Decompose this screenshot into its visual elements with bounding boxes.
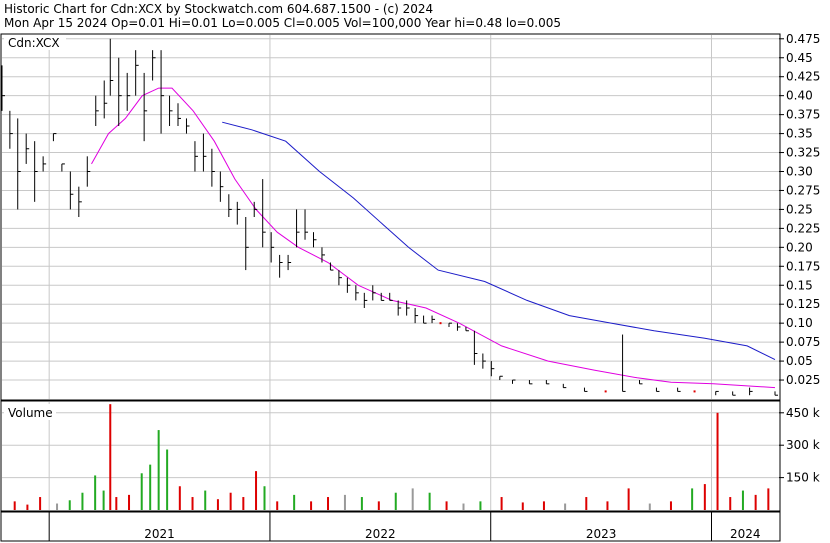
volume-bar xyxy=(39,497,42,510)
price-tick-label: 0.05 xyxy=(786,354,813,368)
volume-bar xyxy=(140,473,143,510)
price-dot xyxy=(604,390,607,393)
year-label: 2021 xyxy=(144,527,175,541)
volume-bar xyxy=(310,501,313,510)
volume-bar xyxy=(263,486,266,510)
stock-chart: Historic Chart for Cdn:XCX by Stockwatch… xyxy=(0,2,820,542)
price-y-axis: 0.475 0.45 0.425 0.40 0.375 0.35 0.325 0.30 0.27… xyxy=(779,32,820,387)
volume-tick-label: 450 k xyxy=(786,406,820,420)
volume-bar xyxy=(669,501,672,510)
volume-bar xyxy=(128,494,131,510)
volume-bar xyxy=(754,494,757,510)
volume-bar xyxy=(377,501,380,510)
chart-header-title: Historic Chart for Cdn:XCX by Stockwatch… xyxy=(4,2,433,16)
volume-bar xyxy=(564,503,567,510)
volume-bar xyxy=(149,464,152,510)
year-label: 2023 xyxy=(586,527,617,541)
volume-bar xyxy=(13,501,16,510)
price-tick-label: 0.30 xyxy=(786,165,813,179)
volume-bar xyxy=(229,492,232,510)
volume-bar xyxy=(109,404,112,510)
volume-bar xyxy=(157,430,160,510)
volume-bar xyxy=(81,492,84,510)
price-tick-label: 0.35 xyxy=(786,127,813,141)
price-tick-label: 0.325 xyxy=(786,146,820,160)
price-tick-label: 0.15 xyxy=(786,278,813,292)
volume-bar xyxy=(204,490,207,510)
volume-panel-label: Volume xyxy=(8,406,53,420)
price-tick-label: 0.025 xyxy=(786,373,820,387)
volume-bar xyxy=(276,501,279,510)
volume-bar xyxy=(411,488,414,510)
volume-bar xyxy=(327,497,330,510)
price-dot xyxy=(439,322,442,325)
volume-bar xyxy=(729,497,732,510)
volume-bar xyxy=(428,492,431,510)
volume-bar xyxy=(445,501,448,510)
volume-bar xyxy=(166,449,169,510)
volume-bar xyxy=(102,490,105,510)
volume-bar xyxy=(216,499,219,510)
volume-bar xyxy=(94,475,97,510)
volume-bar xyxy=(255,471,258,510)
volume-bar xyxy=(703,484,706,510)
volume-tick-label: 150 k xyxy=(786,471,820,485)
volume-bar xyxy=(691,488,694,510)
price-tick-label: 0.125 xyxy=(786,297,820,311)
volume-bar xyxy=(115,497,118,510)
volume-bar xyxy=(542,501,545,510)
price-tick-label: 0.275 xyxy=(786,183,820,197)
price-tick-label: 0.075 xyxy=(786,335,820,349)
volume-bar xyxy=(716,412,719,510)
volume-bar xyxy=(26,504,29,510)
volume-bar xyxy=(606,501,609,510)
price-tick-label: 0.40 xyxy=(786,89,813,103)
price-dot xyxy=(693,390,696,393)
volume-bar xyxy=(394,492,397,510)
price-tick-label: 0.425 xyxy=(786,70,820,84)
volume-bar xyxy=(178,486,181,510)
volume-bar xyxy=(767,488,770,510)
volume-bar xyxy=(741,490,744,510)
volume-bar xyxy=(648,503,651,510)
volume-bar xyxy=(585,497,588,510)
price-tick-label: 0.175 xyxy=(786,259,820,273)
volume-panel-frame xyxy=(0,400,781,512)
volume-y-axis: 450 k 300 k 150 k xyxy=(779,406,820,485)
volume-bar xyxy=(68,500,71,510)
volume-bar xyxy=(343,494,346,510)
year-label: 2022 xyxy=(365,527,396,541)
volume-bar xyxy=(191,497,194,510)
price-tick-label: 0.45 xyxy=(786,51,813,65)
volume-bar xyxy=(500,497,503,510)
volume-bar xyxy=(627,488,630,510)
price-tick-label: 0.375 xyxy=(786,108,820,122)
price-tick-label: 0.20 xyxy=(786,240,813,254)
price-panel-frame xyxy=(0,33,781,401)
volume-bar xyxy=(479,501,482,510)
volume-bar xyxy=(56,503,59,510)
volume-bar xyxy=(521,502,524,510)
volume-bar xyxy=(293,494,296,510)
price-tick-label: 0.10 xyxy=(786,316,813,330)
volume-bar xyxy=(242,497,245,510)
year-label: 2024 xyxy=(730,527,761,541)
volume-bar xyxy=(462,503,465,510)
volume-tick-label: 300 k xyxy=(786,438,820,452)
price-panel-label: Cdn:XCX xyxy=(8,36,60,50)
price-tick-label: 0.25 xyxy=(786,202,813,216)
price-tick-label: 0.225 xyxy=(786,221,820,235)
volume-bar xyxy=(360,497,363,510)
price-tick-label: 0.475 xyxy=(786,32,820,46)
chart-header-quote: Mon Apr 15 2024 Op=0.01 Hi=0.01 Lo=0.005… xyxy=(4,16,561,30)
